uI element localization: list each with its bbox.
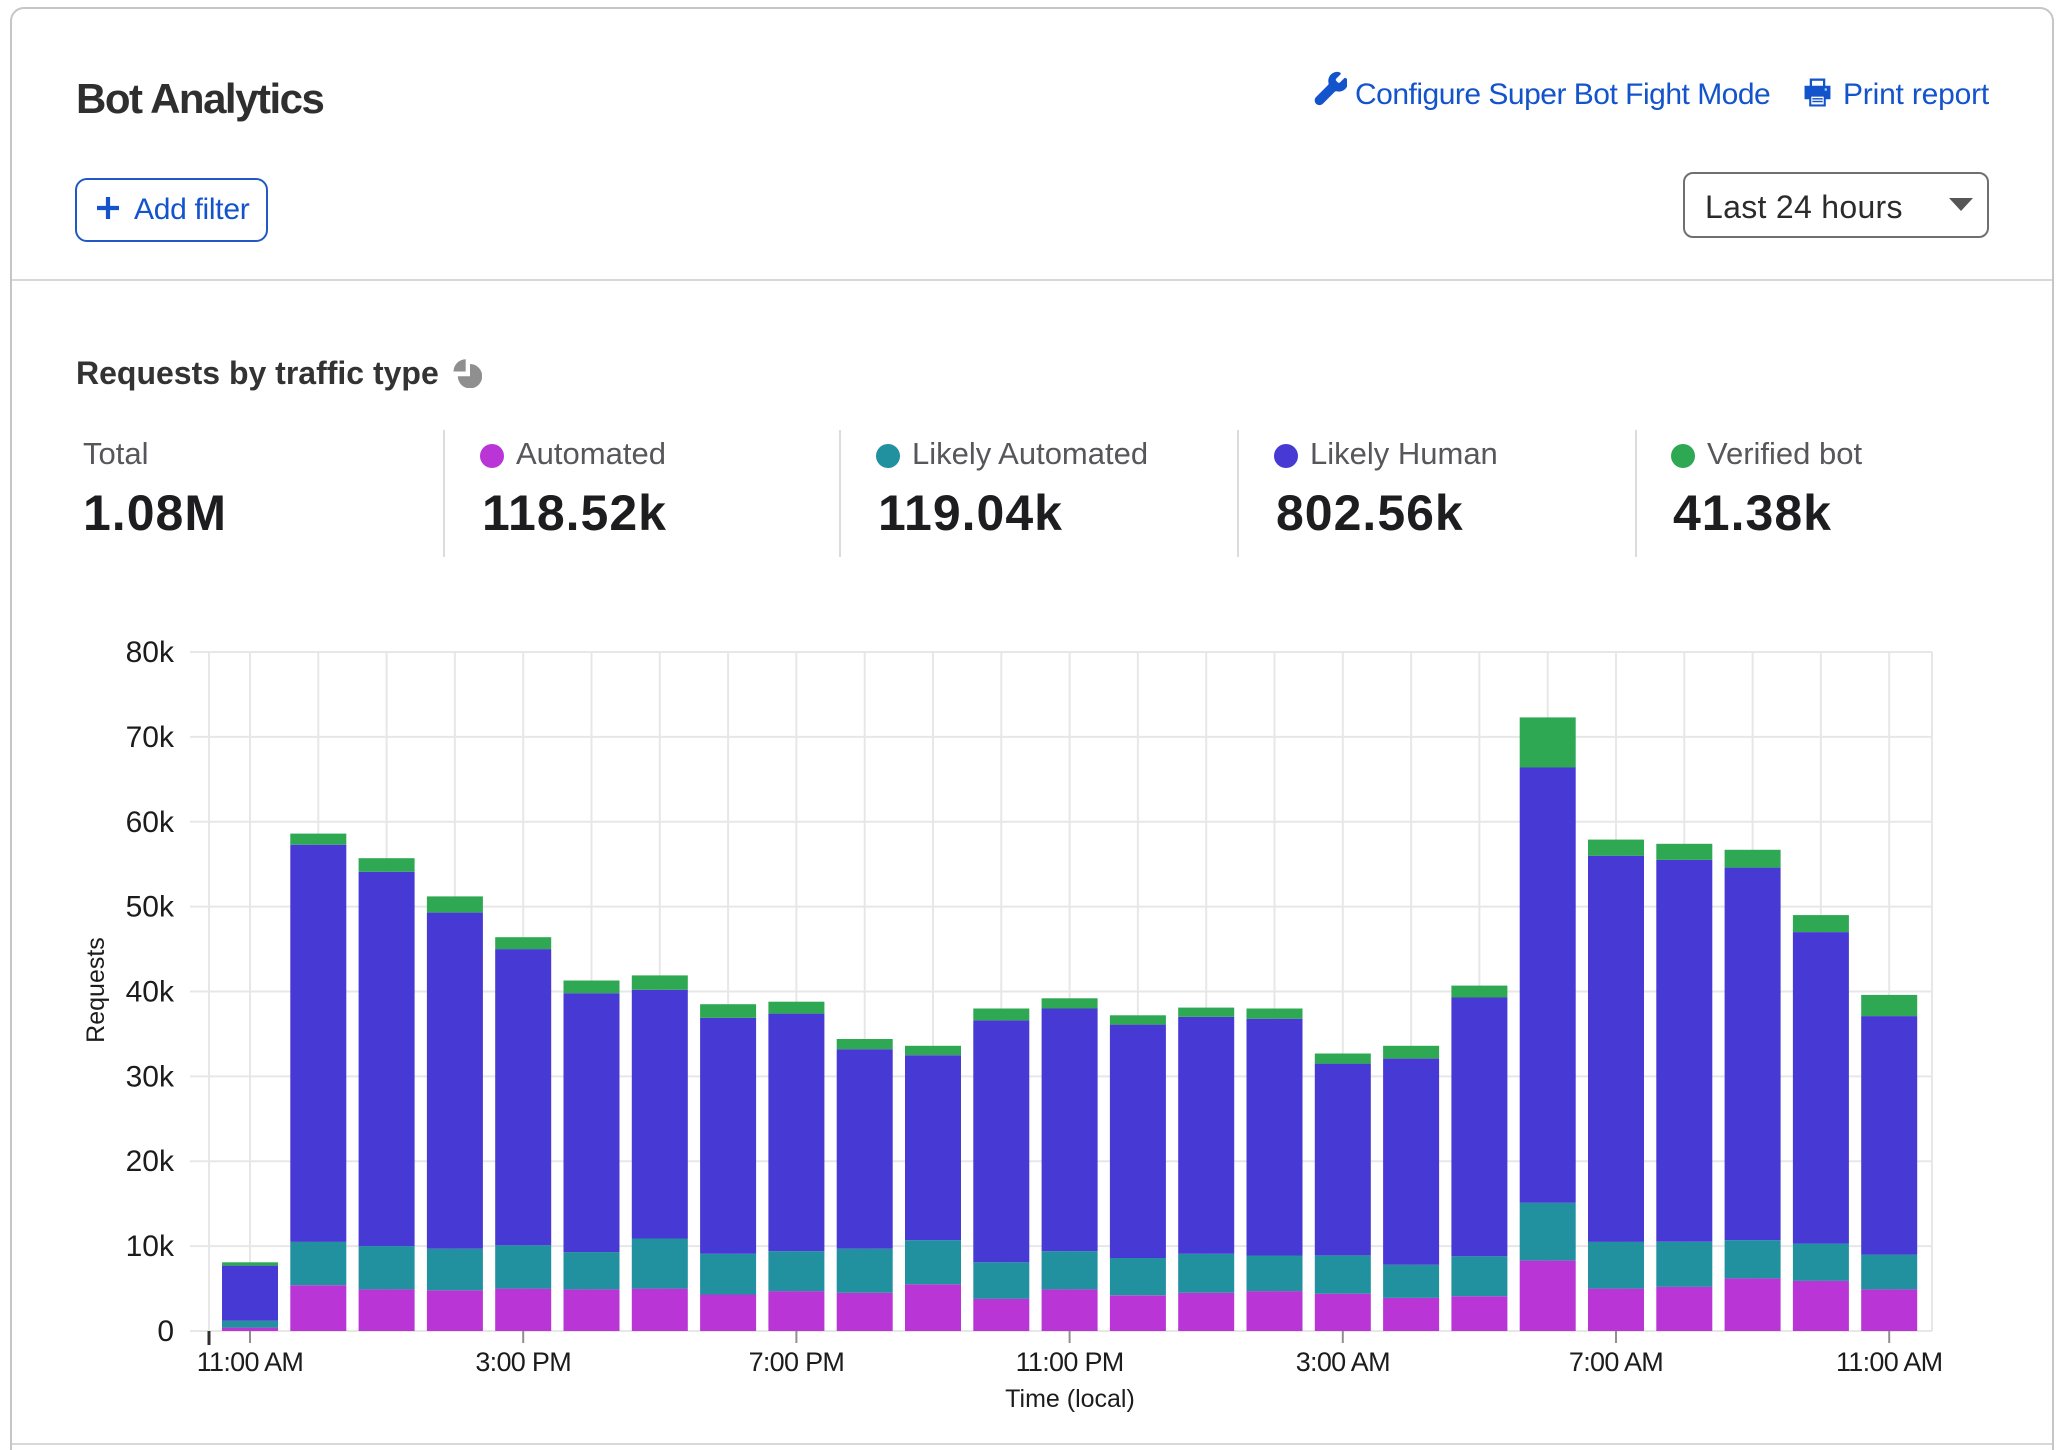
svg-text:11:00 AM: 11:00 AM xyxy=(197,1347,303,1377)
svg-text:11:00 AM: 11:00 AM xyxy=(1836,1347,1942,1377)
svg-text:11:00 PM: 11:00 PM xyxy=(1016,1347,1124,1377)
svg-text:3:00 AM: 3:00 AM xyxy=(1296,1347,1390,1377)
svg-text:20k: 20k xyxy=(126,1145,175,1178)
svg-text:50k: 50k xyxy=(126,891,175,924)
svg-text:30k: 30k xyxy=(126,1060,175,1093)
svg-text:7:00 AM: 7:00 AM xyxy=(1569,1347,1663,1377)
svg-text:Requests: Requests xyxy=(82,937,110,1043)
svg-text:Time (local): Time (local) xyxy=(1005,1385,1135,1413)
svg-text:10k: 10k xyxy=(126,1230,175,1263)
svg-text:7:00 PM: 7:00 PM xyxy=(749,1347,845,1377)
svg-text:70k: 70k xyxy=(126,721,175,754)
svg-text:80k: 80k xyxy=(126,636,175,669)
svg-text:40k: 40k xyxy=(126,976,175,1009)
svg-text:0: 0 xyxy=(157,1315,174,1348)
svg-text:60k: 60k xyxy=(126,806,175,839)
svg-text:3:00 PM: 3:00 PM xyxy=(475,1347,571,1377)
